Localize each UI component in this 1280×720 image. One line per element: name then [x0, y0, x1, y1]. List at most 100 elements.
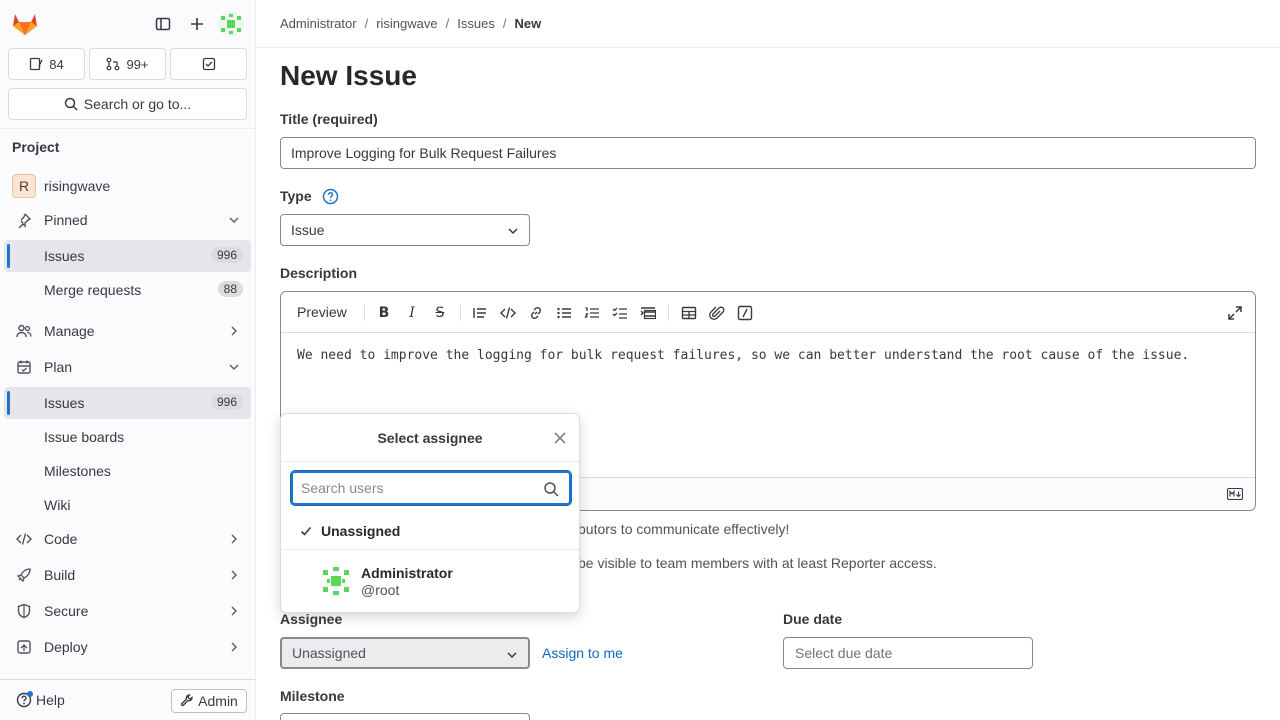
- user-search-input[interactable]: [301, 480, 531, 496]
- description-textarea[interactable]: We need to improve the logging for bulk …: [297, 348, 1189, 363]
- chevron-down-icon: [507, 652, 517, 659]
- toolbar-divider: [460, 305, 461, 321]
- assign-to-me-link[interactable]: Assign to me: [542, 645, 623, 661]
- admin-button[interactable]: Admin: [171, 689, 247, 713]
- chevron-right-icon: [231, 534, 238, 544]
- admin-label: Admin: [198, 693, 238, 709]
- sidebar-item-label: Build: [44, 567, 76, 583]
- numbered-list-icon[interactable]: [584, 305, 600, 321]
- notification-dot: [27, 691, 33, 697]
- description-label: Description: [280, 265, 358, 281]
- user-avatar[interactable]: [218, 11, 244, 37]
- assignee-select[interactable]: Unassigned: [280, 637, 530, 669]
- user-option-administrator[interactable]: Administrator @root: [281, 560, 579, 610]
- todo-icon: [202, 57, 215, 71]
- due-date-input[interactable]: Select due date: [783, 637, 1033, 669]
- chevron-down-icon: [229, 217, 239, 224]
- user-name: Administrator: [361, 565, 453, 581]
- strikethrough-icon[interactable]: S: [432, 305, 448, 321]
- todos-button[interactable]: [170, 48, 247, 80]
- title-input[interactable]: Improve Logging for Bulk Request Failure…: [280, 137, 1256, 169]
- merge-requests-count-button[interactable]: 99+: [89, 48, 166, 80]
- issues-count-button[interactable]: 84: [8, 48, 85, 80]
- search-icon: [64, 97, 78, 111]
- sidebar-item-milestones[interactable]: Milestones: [4, 455, 251, 487]
- link-icon[interactable]: [528, 305, 544, 321]
- markdown-help-text: butors to communicate effectively!: [578, 521, 790, 537]
- chevron-right-icon: [231, 326, 238, 336]
- sidebar-toggle-icon[interactable]: [151, 12, 175, 36]
- user-search-field[interactable]: [291, 471, 571, 505]
- toolbar-divider: [668, 305, 669, 321]
- dropdown-title: Select assignee: [377, 429, 483, 446]
- help-button[interactable]: Help: [16, 691, 65, 708]
- deploy-icon: [17, 640, 31, 654]
- sidebar-item-merge-requests[interactable]: Merge requests 88: [4, 274, 251, 306]
- breadcrumb-item[interactable]: Administrator: [280, 16, 357, 31]
- sidebar-item-pinned-issues[interactable]: Issues 996: [4, 240, 251, 272]
- breadcrumb-item[interactable]: risingwave: [376, 16, 437, 31]
- sidebar-item-secure[interactable]: Secure: [4, 595, 251, 627]
- paperclip-icon[interactable]: [709, 305, 725, 321]
- wrench-icon: [180, 694, 193, 707]
- assignee-dropdown: Select assignee Unassigned Administrator…: [280, 413, 580, 613]
- check-icon: [300, 526, 312, 536]
- code-icon: [16, 533, 32, 545]
- breadcrumb-current: New: [514, 16, 542, 31]
- sidebar-header: [0, 0, 255, 48]
- question-icon[interactable]: [322, 188, 339, 205]
- unassigned-option[interactable]: Unassigned: [281, 514, 579, 550]
- slash-commands-icon[interactable]: [737, 305, 753, 321]
- milestone-select[interactable]: [280, 713, 530, 720]
- type-value: Issue: [291, 222, 325, 238]
- sidebar-counts: 84 99+: [8, 48, 247, 80]
- sidebar-item-wiki[interactable]: Wiki: [4, 489, 251, 521]
- sidebar-item-label: Deploy: [44, 639, 88, 655]
- table-icon[interactable]: [681, 305, 697, 321]
- gitlab-logo-icon[interactable]: [12, 12, 38, 36]
- sidebar-item-code[interactable]: Code: [4, 523, 251, 555]
- count-badge: 996: [210, 247, 243, 263]
- help-label: Help: [36, 692, 65, 708]
- sidebar-item-issues[interactable]: Issues 996: [4, 387, 251, 419]
- sidebar-item-label: Issues: [44, 248, 85, 264]
- rocket-icon: [16, 568, 31, 583]
- sidebar-item-project[interactable]: R risingwave: [4, 170, 251, 202]
- sidebar-item-issue-boards[interactable]: Issue boards: [4, 421, 251, 453]
- assignee-label: Assignee: [280, 611, 343, 627]
- bullet-list-icon[interactable]: [556, 305, 572, 321]
- sidebar-item-label: Issues: [44, 395, 85, 411]
- sidebar-item-build[interactable]: Build: [4, 559, 251, 591]
- type-select[interactable]: Issue: [280, 214, 530, 246]
- confidential-help-text: be visible to team members with at least…: [578, 555, 937, 571]
- search-button[interactable]: Search or go to...: [8, 88, 247, 120]
- italic-icon[interactable]: I: [404, 305, 420, 321]
- close-icon[interactable]: [553, 431, 567, 445]
- bold-icon[interactable]: B: [376, 305, 392, 321]
- sidebar-item-pinned[interactable]: Pinned: [4, 204, 251, 236]
- due-date-placeholder: Select due date: [795, 645, 893, 661]
- breadcrumb-separator: /: [502, 16, 507, 31]
- sidebar-item-deploy[interactable]: Deploy: [4, 631, 251, 663]
- sidebar-item-label: Manage: [44, 323, 95, 339]
- plus-icon[interactable]: [185, 12, 209, 36]
- sidebar-item-manage[interactable]: Manage: [4, 315, 251, 347]
- collapsible-icon[interactable]: [640, 305, 656, 321]
- quote-icon[interactable]: [472, 305, 488, 321]
- task-list-icon[interactable]: [612, 305, 628, 321]
- fullscreen-icon[interactable]: [1227, 305, 1243, 321]
- merge-request-icon: [107, 57, 120, 71]
- breadcrumb-item[interactable]: Issues: [457, 16, 495, 31]
- markdown-icon[interactable]: [1227, 488, 1243, 500]
- count-badge: 996: [210, 394, 243, 410]
- page-title: New Issue: [280, 60, 417, 91]
- toolbar-divider: [364, 305, 365, 321]
- project-avatar: R: [12, 174, 36, 198]
- code-icon[interactable]: [500, 305, 516, 321]
- sidebar: 84 99+ Search or go to... Project R risi…: [0, 0, 256, 720]
- preview-tab[interactable]: Preview: [297, 304, 347, 320]
- sidebar-item-label: Issue boards: [44, 429, 125, 445]
- milestone-label: Milestone: [280, 688, 345, 704]
- chevron-right-icon: [231, 570, 238, 580]
- sidebar-item-plan[interactable]: Plan: [4, 351, 251, 383]
